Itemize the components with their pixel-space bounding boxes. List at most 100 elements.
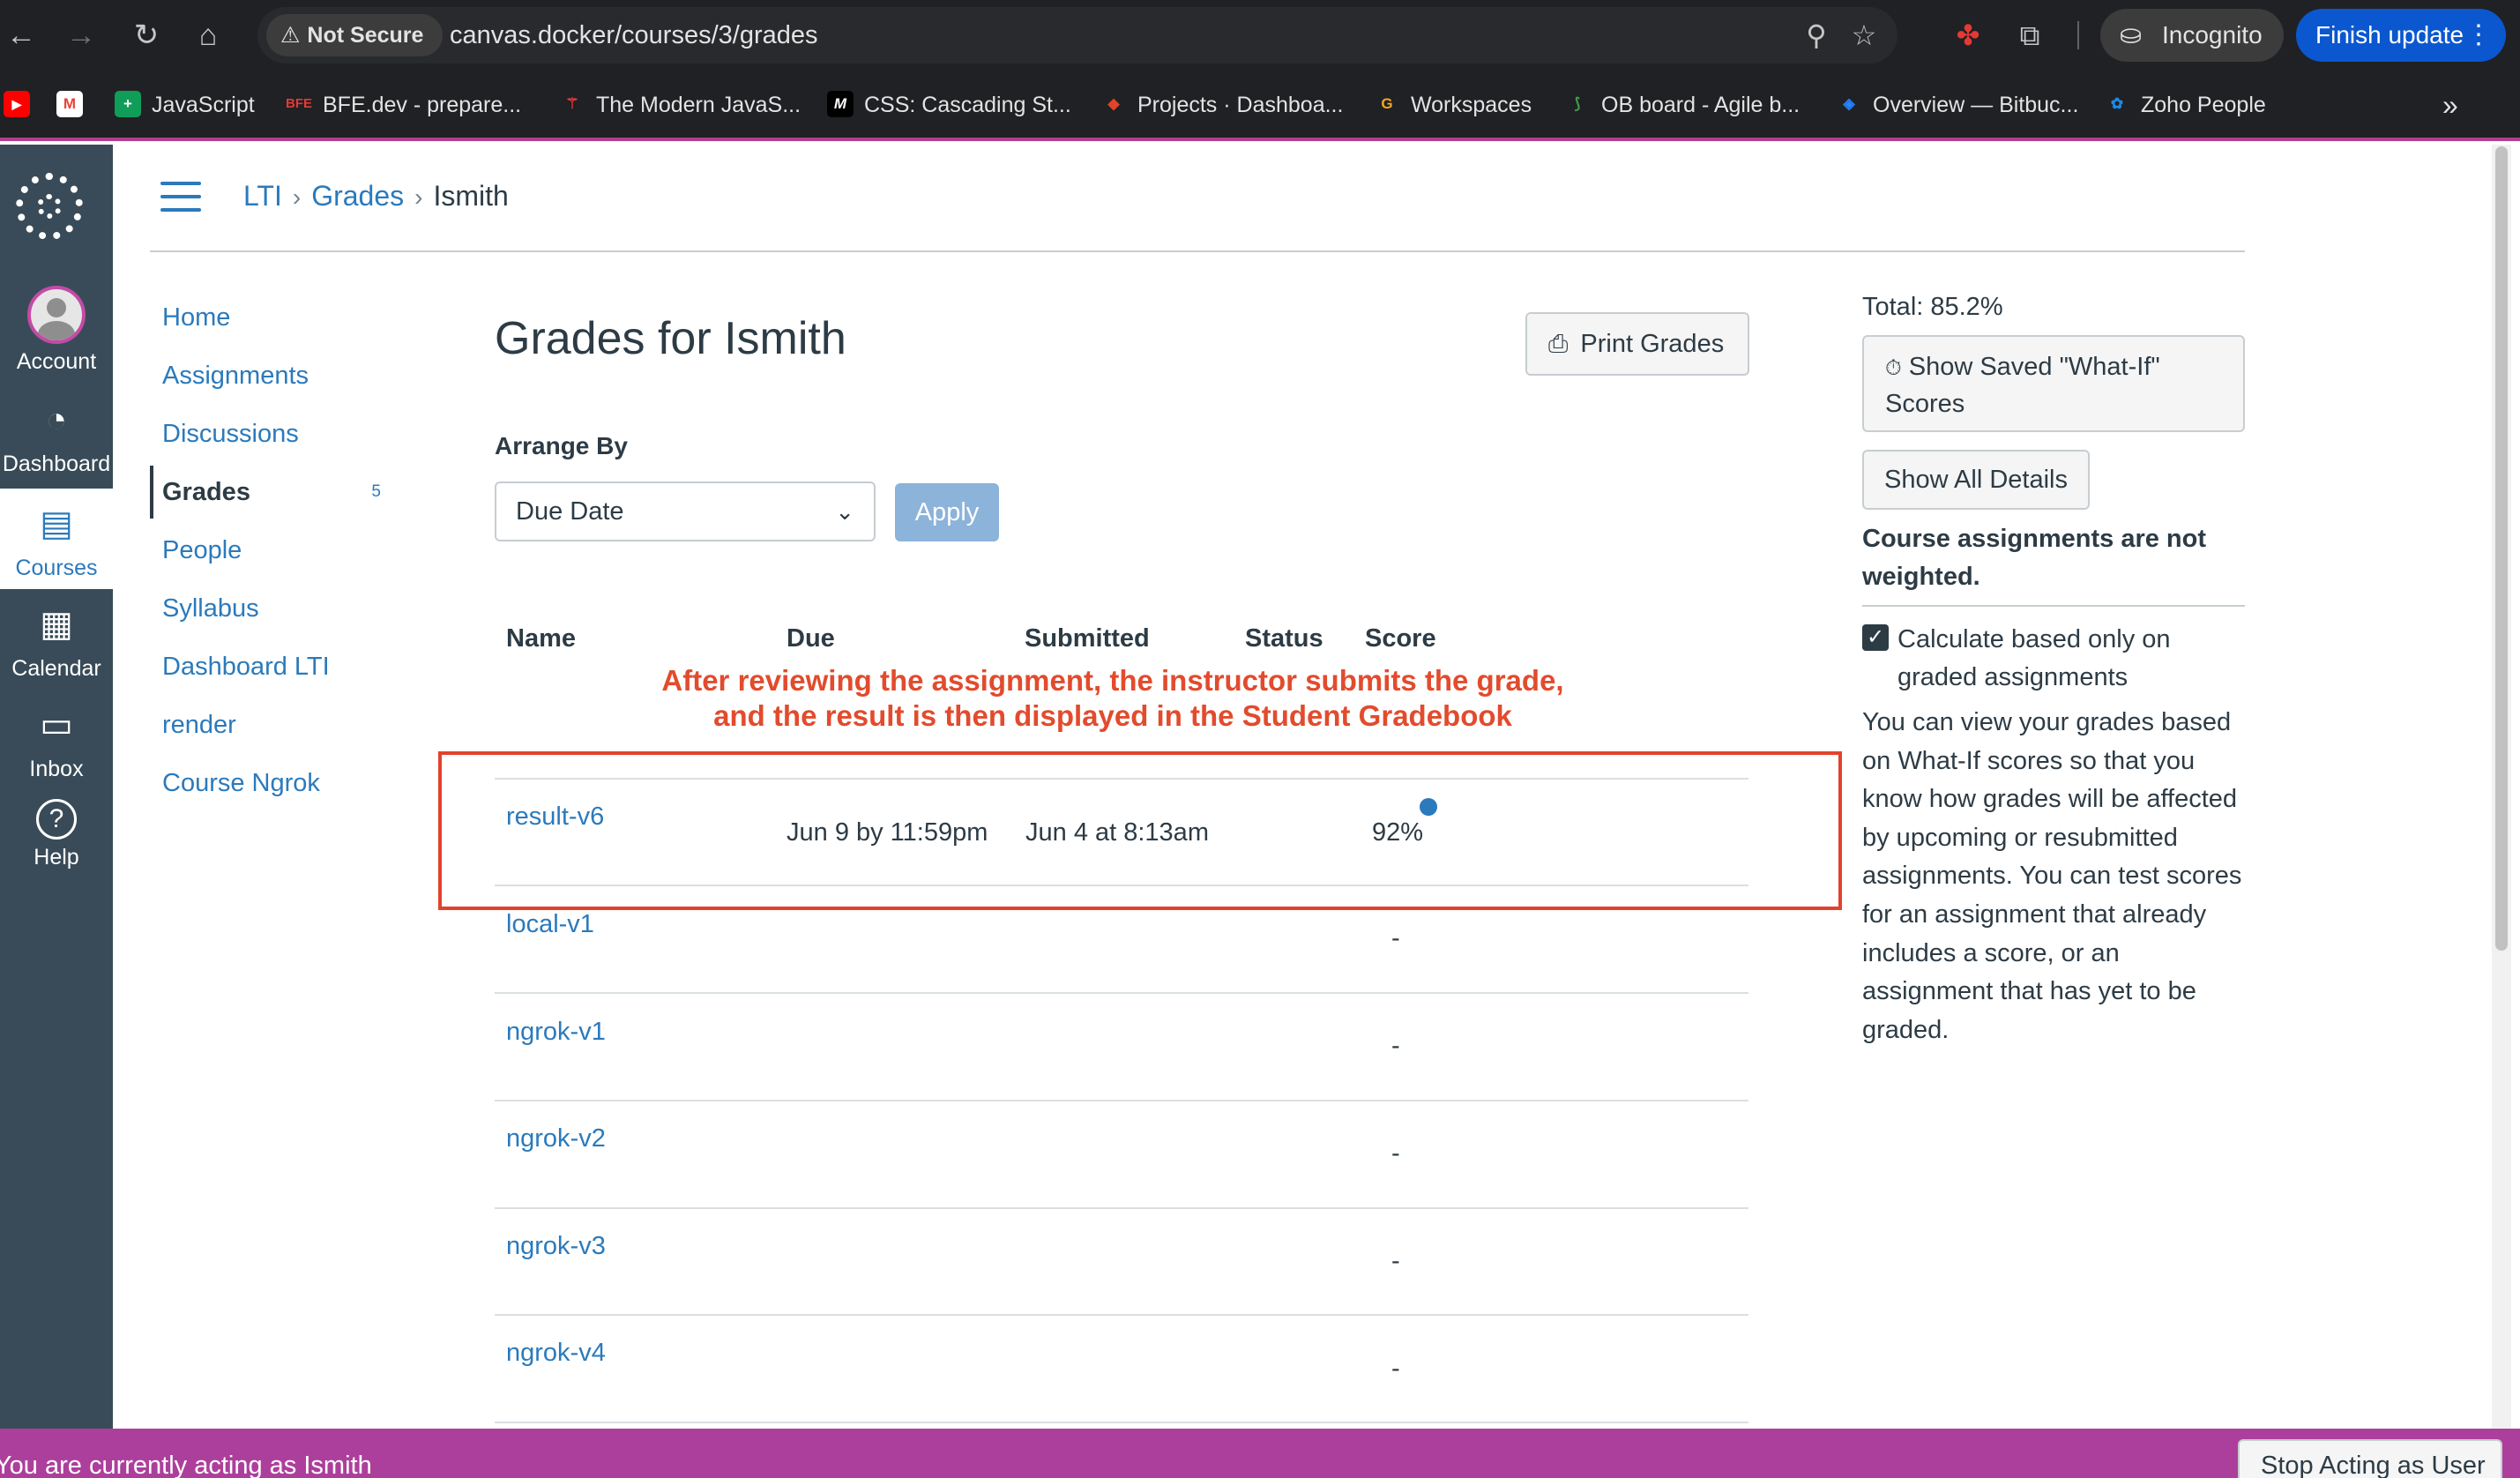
annotation-line: and the result is then displayed in the … xyxy=(713,699,1512,732)
bookmark-gitlab[interactable]: ◆ Projects · Dashboa... xyxy=(1100,71,1343,139)
bookmark-youtube[interactable]: ▶ xyxy=(4,71,41,139)
bookmark-modern-js[interactable]: ⚚ The Modern JavaS... xyxy=(559,71,801,139)
course-nav-assignments[interactable]: Assignments xyxy=(150,349,406,402)
security-label: Not Secure xyxy=(307,23,424,48)
finish-update-button[interactable]: Finish update ⋮ xyxy=(2296,9,2506,62)
forward-icon[interactable]: → xyxy=(62,16,101,55)
arrange-by-select[interactable]: Due Date ⌄ xyxy=(495,481,876,541)
gmail-icon: M xyxy=(56,90,83,117)
score-value[interactable]: - xyxy=(1391,1032,1400,1061)
score-value[interactable]: - xyxy=(1391,1247,1400,1276)
bookmark-label: OB board - Agile b... xyxy=(1601,93,1801,117)
bookmark-label: JavaScript xyxy=(152,93,255,117)
course-nav-home[interactable]: Home xyxy=(150,291,406,344)
bookmarks-bar: ▶ M + JavaScript BFE BFE.dev - prepare... … xyxy=(0,71,2520,141)
apply-button[interactable]: Apply xyxy=(895,483,999,541)
bookmark-star-icon[interactable]: ☆ xyxy=(1845,16,1883,55)
browser-toolbar: ← → ↻ ⌂ ⚠ Not Secure canvas.docker/course… xyxy=(0,0,2520,71)
url-text[interactable]: canvas.docker/courses/3/grades xyxy=(450,7,818,63)
assignment-link[interactable]: local-v1 xyxy=(506,910,594,939)
row-divider xyxy=(495,1314,1748,1316)
bookmark-label: CSS: Cascading St... xyxy=(864,93,1071,117)
scrollbar-thumb[interactable] xyxy=(2495,146,2508,951)
total-grade: Total: 85.2% xyxy=(1862,293,2003,321)
show-what-if-button[interactable]: ⏱ Show Saved "What-If" Scores xyxy=(1862,335,2245,432)
column-header-score[interactable]: Score xyxy=(1365,624,1436,653)
global-nav-dashboard[interactable]: ◔ Dashboard xyxy=(0,384,113,485)
incognito-icon: ⛀ xyxy=(2120,20,2143,49)
bookmark-bfe[interactable]: BFE BFE.dev - prepare... xyxy=(286,71,521,139)
bookmark-gmail[interactable]: M xyxy=(56,71,93,139)
menu-dots-icon: ⋮ xyxy=(2465,20,2492,49)
bookmark-bitbucket[interactable]: ◈ Overview — Bitbuc... xyxy=(1836,71,2078,139)
more-bookmarks-icon[interactable]: » xyxy=(2442,71,2458,139)
global-nav-label: Courses xyxy=(15,556,98,580)
courses-icon: ▤ xyxy=(40,504,73,543)
global-nav-label: Dashboard xyxy=(2,452,111,476)
extensions-puzzle-icon[interactable]: ⧉ xyxy=(2010,16,2049,55)
toolbar-divider xyxy=(2077,21,2079,49)
zoho-icon: ✿ xyxy=(2110,94,2124,112)
course-menu-toggle[interactable] xyxy=(160,182,201,212)
course-nav-course-ngrok[interactable]: Course Ngrok xyxy=(150,757,406,810)
course-nav-grades[interactable]: Grades 5 xyxy=(150,466,406,519)
course-nav-syllabus[interactable]: Syllabus xyxy=(150,582,406,635)
print-grades-label: Print Grades xyxy=(1580,330,1725,358)
assignment-link[interactable]: ngrok-v1 xyxy=(506,1018,606,1047)
column-header-due[interactable]: Due xyxy=(787,624,835,653)
security-chip[interactable]: ⚠ Not Secure xyxy=(266,14,444,56)
course-nav-dashboard-lti[interactable]: Dashboard LTI xyxy=(150,640,406,693)
score-value[interactable]: - xyxy=(1391,1139,1400,1168)
arrange-by-value: Due Date xyxy=(516,497,624,526)
reload-icon[interactable]: ↻ xyxy=(127,16,166,55)
bfe-icon: BFE xyxy=(286,95,312,111)
course-nav-people[interactable]: People xyxy=(150,524,406,577)
home-icon[interactable]: ⌂ xyxy=(189,16,227,55)
back-icon[interactable]: ← xyxy=(2,16,41,55)
bookmark-zoho[interactable]: ✿ Zoho People xyxy=(2104,71,2266,139)
printer-icon: ⎙ xyxy=(1548,330,1569,357)
what-if-description: You can view your grades based on What-I… xyxy=(1862,708,2242,1044)
global-nav-calendar[interactable]: ▦ Calendar xyxy=(0,589,113,690)
score-value[interactable]: - xyxy=(1391,1355,1400,1384)
show-what-if-label: Show Saved "What-If" Scores xyxy=(1885,353,2160,418)
global-nav-courses[interactable]: ▤ Courses xyxy=(0,489,113,589)
annotation-text: After reviewing the assignment, the inst… xyxy=(617,663,1608,734)
breadcrumb-lti[interactable]: LTI xyxy=(243,180,282,212)
assignment-link[interactable]: ngrok-v2 xyxy=(506,1124,606,1153)
bookmark-mdn-css[interactable]: M CSS: Cascading St... xyxy=(827,71,1071,139)
bookmark-label: Overview — Bitbuc... xyxy=(1873,93,2079,117)
global-nav-help[interactable]: ? Help xyxy=(0,790,113,891)
address-bar[interactable]: ⚠ Not Secure canvas.docker/courses/3/grad… xyxy=(257,7,1897,63)
print-grades-button[interactable]: ⎙ Print Grades xyxy=(1525,312,1749,376)
column-header-name[interactable]: Name xyxy=(506,624,576,653)
bookmark-workspaces[interactable]: G Workspaces xyxy=(1374,71,1532,139)
breadcrumb-grades[interactable]: Grades xyxy=(311,180,404,212)
score-value[interactable]: - xyxy=(1391,924,1400,953)
masquerade-text: You are currently acting as Ismith xyxy=(0,1452,372,1478)
incognito-label: Incognito xyxy=(2162,21,2263,49)
column-header-status[interactable]: Status xyxy=(1245,624,1323,653)
incognito-chip[interactable]: ⛀ Incognito xyxy=(2100,9,2284,62)
zoom-icon[interactable]: ⚲ xyxy=(1797,16,1836,55)
graded-only-label[interactable]: Calculate based only on graded assignmen… xyxy=(1897,621,2250,697)
bookmark-javascript[interactable]: + JavaScript xyxy=(115,71,255,139)
course-nav-discussions[interactable]: Discussions xyxy=(150,407,406,460)
weighting-note: Course assignments are not weighted. xyxy=(1862,525,2206,591)
global-nav-label: Help xyxy=(34,845,79,870)
gitlab-icon: ◆ xyxy=(1107,94,1120,112)
course-nav-render[interactable]: render xyxy=(150,698,406,751)
global-nav-inbox[interactable]: ▭ Inbox xyxy=(0,690,113,790)
help-icon: ? xyxy=(36,799,77,840)
graded-only-checkbox[interactable]: ✓ xyxy=(1862,624,1889,651)
bookmark-ob-board[interactable]: ⟆ OB board - Agile b... xyxy=(1564,71,1800,139)
row-divider xyxy=(495,1100,1748,1101)
global-nav-account[interactable]: Account xyxy=(0,277,113,377)
stop-acting-button[interactable]: Stop Acting as User xyxy=(2238,1439,2502,1478)
assignment-link[interactable]: ngrok-v3 xyxy=(506,1232,606,1261)
column-header-submitted[interactable]: Submitted xyxy=(1025,624,1150,653)
extension-icon[interactable]: ✤ xyxy=(1949,16,1987,55)
assignment-link[interactable]: ngrok-v4 xyxy=(506,1339,606,1368)
show-all-details-button[interactable]: Show All Details xyxy=(1862,450,2090,510)
course-nav-label: Grades xyxy=(162,478,250,506)
